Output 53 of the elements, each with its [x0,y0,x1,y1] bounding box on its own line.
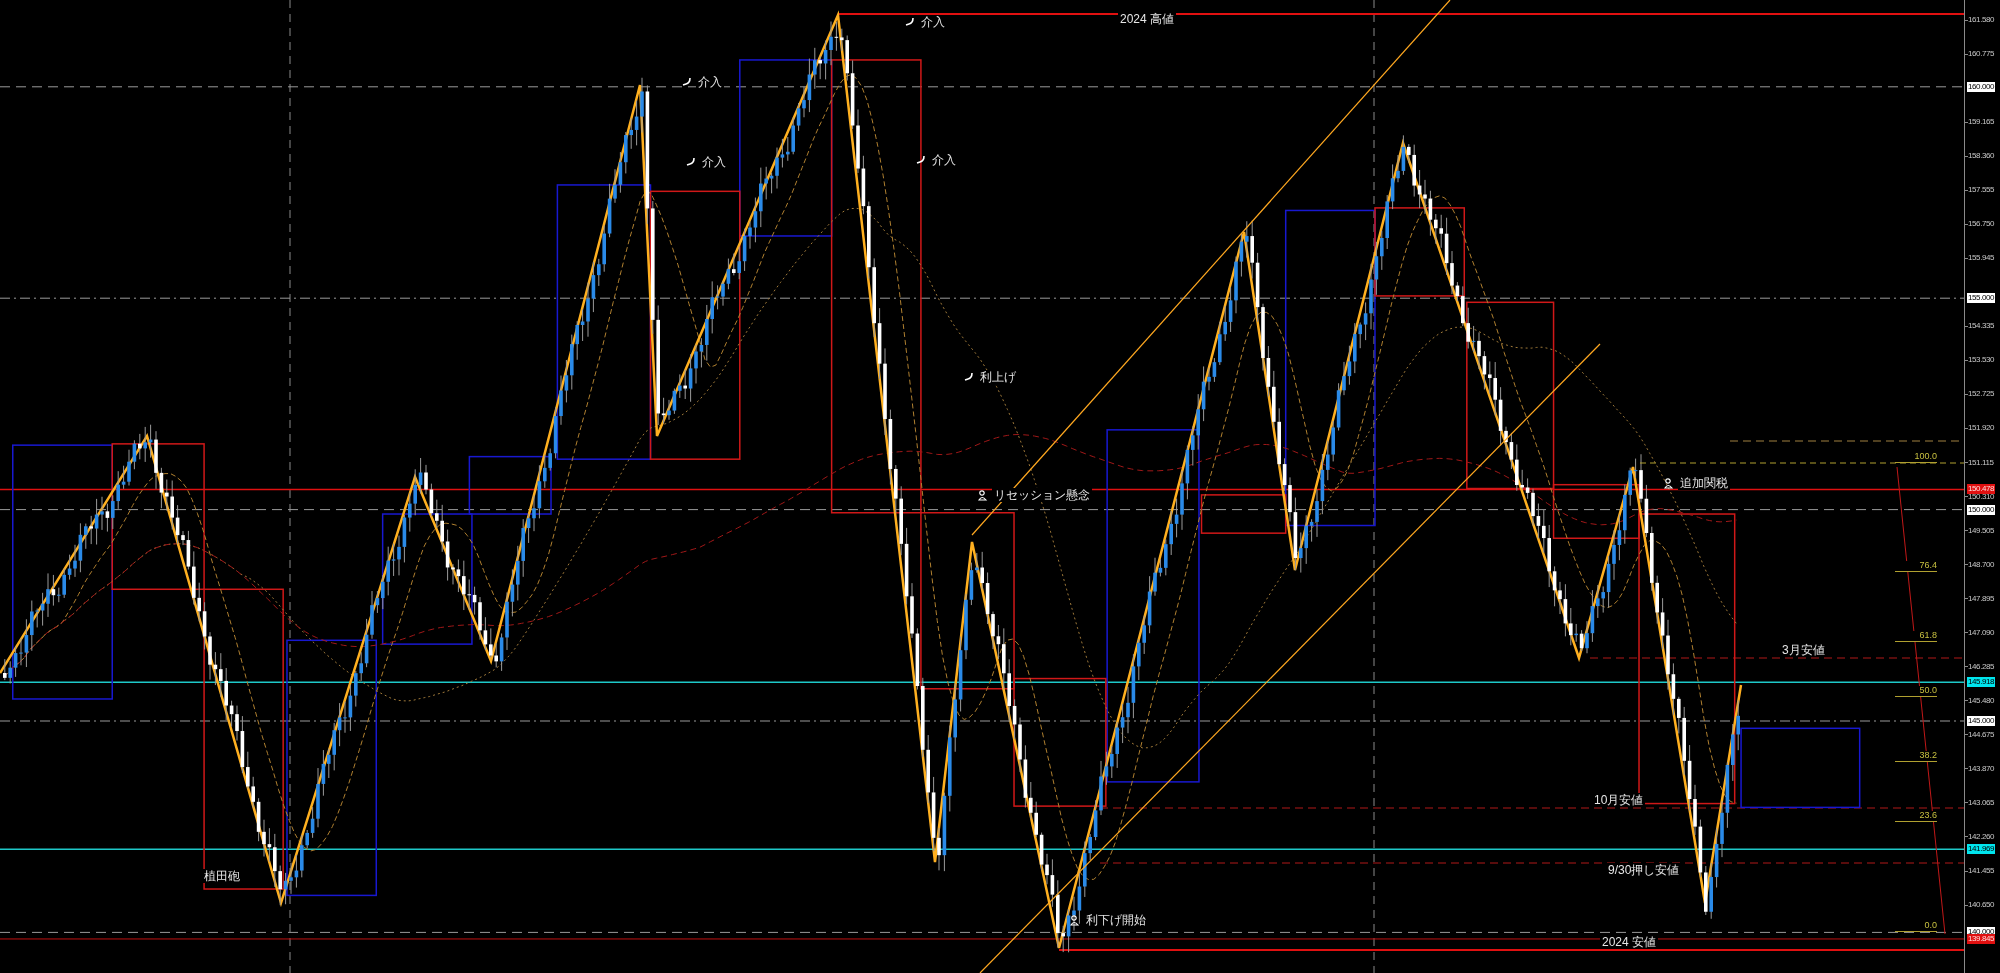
price-tick-label: 146.285 [1968,661,1995,672]
price-tick-label: 142.260 [1968,831,1995,842]
price-tick-label: 151.920 [1968,423,1995,434]
price-tick-label: 157.555 [1968,185,1995,196]
fibonacci-level: 61.8 [1895,631,1937,642]
fibonacci-level: 38.2 [1895,751,1937,762]
price-tag: 155.000 [1967,293,1996,304]
price-tick-label: 149.505 [1968,525,1995,536]
chart-annotation: 利上げ [978,370,1018,384]
price-tag: 141.969 [1967,844,1996,855]
price-tick-label: 158.360 [1968,151,1995,162]
chart-annotation: 追加関税 [1678,476,1730,490]
price-tag: 150.478 [1967,484,1996,495]
chart-annotation: 介入 [700,155,728,169]
price-tag: 145.000 [1967,716,1996,726]
fibonacci-level: 0.0 [1895,921,1937,932]
chart-annotation: 介入 [930,153,958,167]
chart-annotation: 9/30押し安値 [1606,863,1682,877]
price-tag: 145.918 [1967,677,1996,688]
fibonacci-level: 76.4 [1895,561,1937,572]
chart-annotation: リセッション懸念 [992,488,1092,502]
chart-annotation: 植田砲 [202,869,242,883]
price-tick-label: 143.065 [1968,797,1995,808]
price-tick-label: 148.700 [1968,559,1995,570]
price-tick-label: 152.725 [1968,389,1995,400]
price-tick-label: 147.090 [1968,627,1995,638]
chart-annotation: 10月安値 [1592,793,1646,807]
price-tick-label: 159.165 [1968,117,1995,128]
price-tick-label: 147.895 [1968,593,1995,604]
fibonacci-level: 50.0 [1895,686,1937,697]
price-tag: 139.845 [1967,933,1996,944]
chart-annotation: 介入 [696,75,724,89]
fibonacci-level: 100.0 [1895,452,1937,463]
price-tick-label: 160.775 [1968,49,1995,60]
chart-annotation: 介入 [919,15,947,29]
price-tick-label: 155.945 [1968,253,1995,264]
price-tick-label: 161.580 [1968,15,1995,25]
chart-annotation: 2024 安値 [1600,935,1659,949]
price-tick-label: 153.530 [1968,355,1995,366]
price-tick-label: 141.455 [1968,866,1995,876]
price-tick-label: 145.480 [1968,695,1995,706]
chart-annotation: 利下げ開始 [1084,913,1148,927]
price-tick-label: 154.335 [1968,321,1995,332]
price-tick-label: 144.675 [1968,729,1995,740]
chart-annotation: 2024 高値 [1118,12,1177,26]
price-tick-label: 140.650 [1968,900,1995,911]
price-tick-label: 156.750 [1968,219,1995,230]
price-tag: 150.000 [1967,504,1996,515]
price-tick-label: 143.870 [1968,763,1995,774]
price-tag: 160.000 [1967,81,1996,92]
price-tick-label: 151.115 [1968,457,1994,468]
chart-annotation: 3月安値 [1780,643,1827,657]
fibonacci-level: 23.6 [1895,811,1937,822]
